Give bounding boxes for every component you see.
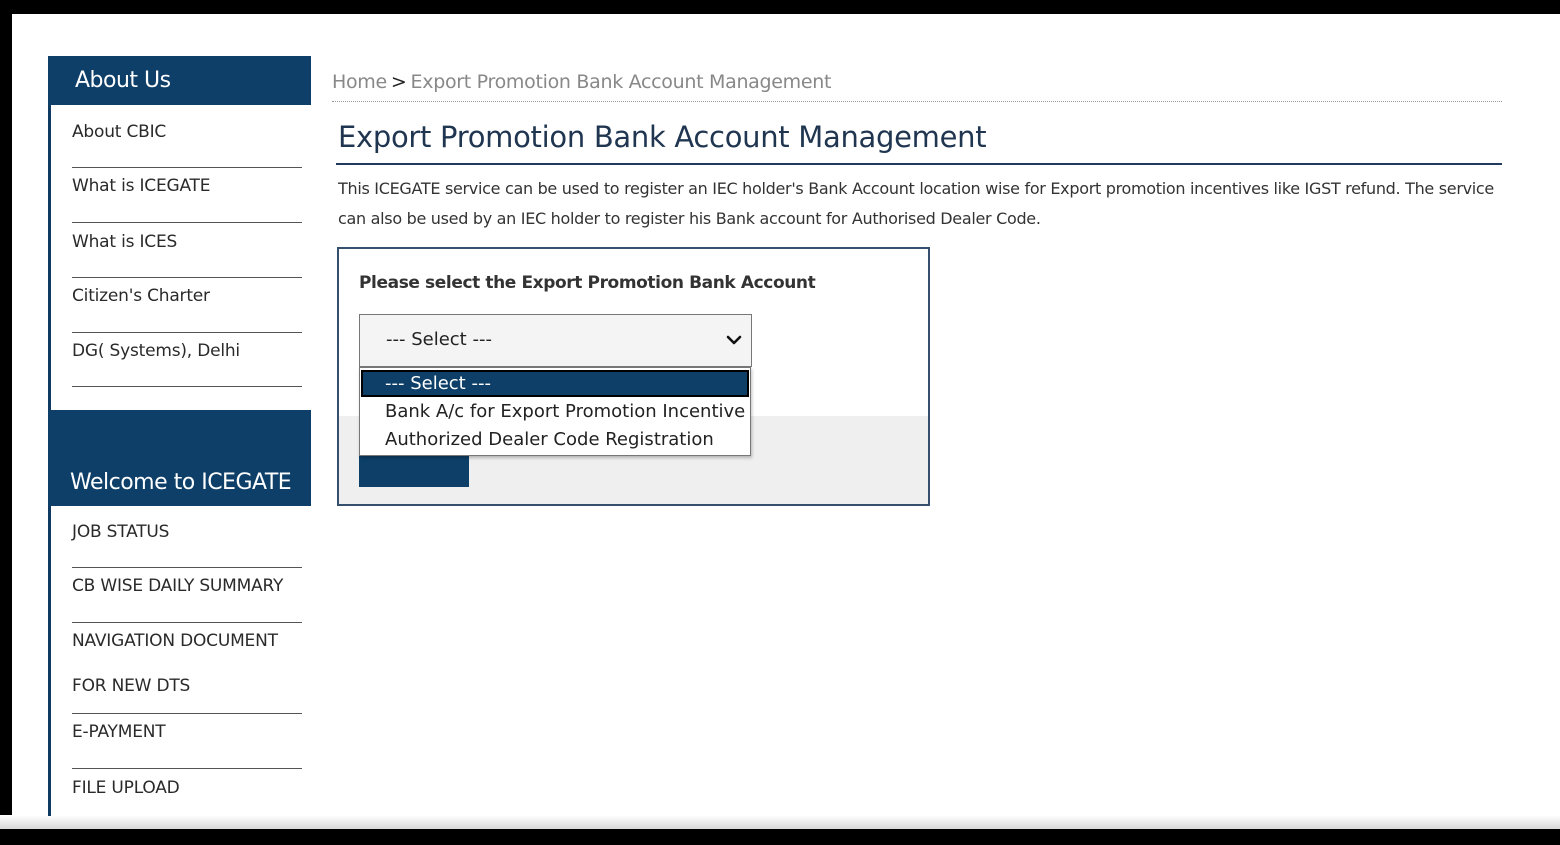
welcome-title: Welcome to ICEGATE — [70, 470, 292, 495]
chevron-down-icon — [726, 335, 742, 345]
sidebar-link-what-is-icegate[interactable]: What is ICEGATE — [72, 176, 302, 196]
sidebar-divider — [72, 768, 302, 769]
sidebar-divider — [72, 222, 302, 223]
sidebar-divider — [72, 622, 302, 623]
sidebar-link-cb-wise-daily-summary[interactable]: CB WISE DAILY SUMMARY — [72, 576, 302, 596]
sidebar-link-for-new-dts[interactable]: FOR NEW DTS — [72, 676, 302, 696]
sidebar-divider — [72, 713, 302, 714]
sidebar-link-citizens-charter[interactable]: Citizen's Charter — [72, 286, 302, 306]
sidebar-divider — [72, 277, 302, 278]
sidebar-divider — [72, 167, 302, 168]
window-frame-left — [0, 0, 12, 845]
sidebar-link-dg-systems[interactable]: DG( Systems), Delhi — [72, 341, 302, 361]
sidebar-link-e-payment[interactable]: E-PAYMENT — [72, 722, 302, 742]
sidebar-link-file-upload[interactable]: FILE UPLOAD — [72, 778, 302, 798]
sidebar-divider — [72, 567, 302, 568]
sidebar-link-about-cbic[interactable]: About CBIC — [72, 122, 302, 142]
sidebar-link-navigation-document[interactable]: NAVIGATION DOCUMENT — [72, 631, 302, 651]
window-shadow — [0, 815, 1560, 829]
option-bank-ac-export-promotion[interactable]: Bank A/c for Export Promotion Incentive — [361, 398, 749, 425]
window-frame-bottom — [0, 829, 1560, 845]
page-title: Export Promotion Bank Account Management — [338, 120, 987, 154]
welcome-header: Welcome to ICEGATE — [48, 410, 311, 506]
account-select-label: Please select the Export Promotion Bank … — [359, 273, 816, 293]
select-options-list: --- Select --- Bank A/c for Export Promo… — [359, 367, 751, 456]
sidebar-divider — [72, 332, 302, 333]
breadcrumb-current: Export Promotion Bank Account Management — [410, 71, 832, 93]
account-type-select[interactable]: --- Select --- — [359, 314, 752, 367]
page-description: This ICEGATE service can be used to regi… — [338, 179, 1494, 228]
title-underline — [336, 163, 1502, 165]
option-authorized-dealer-code[interactable]: Authorized Dealer Code Registration — [361, 426, 749, 453]
breadcrumb-divider — [332, 101, 1502, 102]
option-label: Bank A/c for Export Promotion Incentive — [385, 401, 746, 422]
about-us-header: About Us — [48, 56, 311, 105]
about-us-title: About Us — [75, 68, 171, 93]
select-current-value: --- Select --- — [386, 329, 492, 350]
option-label: --- Select --- — [385, 373, 491, 394]
option-select-placeholder[interactable]: --- Select --- — [361, 370, 749, 397]
breadcrumb: Home > Export Promotion Bank Account Manag… — [332, 71, 831, 93]
sidebar: About Us About CBIC What is ICEGATE What… — [48, 56, 312, 816]
sidebar-link-job-status[interactable]: JOB STATUS — [72, 522, 302, 542]
window-frame-top — [0, 0, 1560, 14]
sidebar-divider — [72, 386, 302, 387]
option-label: Authorized Dealer Code Registration — [385, 429, 714, 450]
breadcrumb-separator: > — [390, 71, 407, 93]
sidebar-link-what-is-ices[interactable]: What is ICES — [72, 232, 302, 252]
breadcrumb-home[interactable]: Home — [332, 71, 387, 93]
